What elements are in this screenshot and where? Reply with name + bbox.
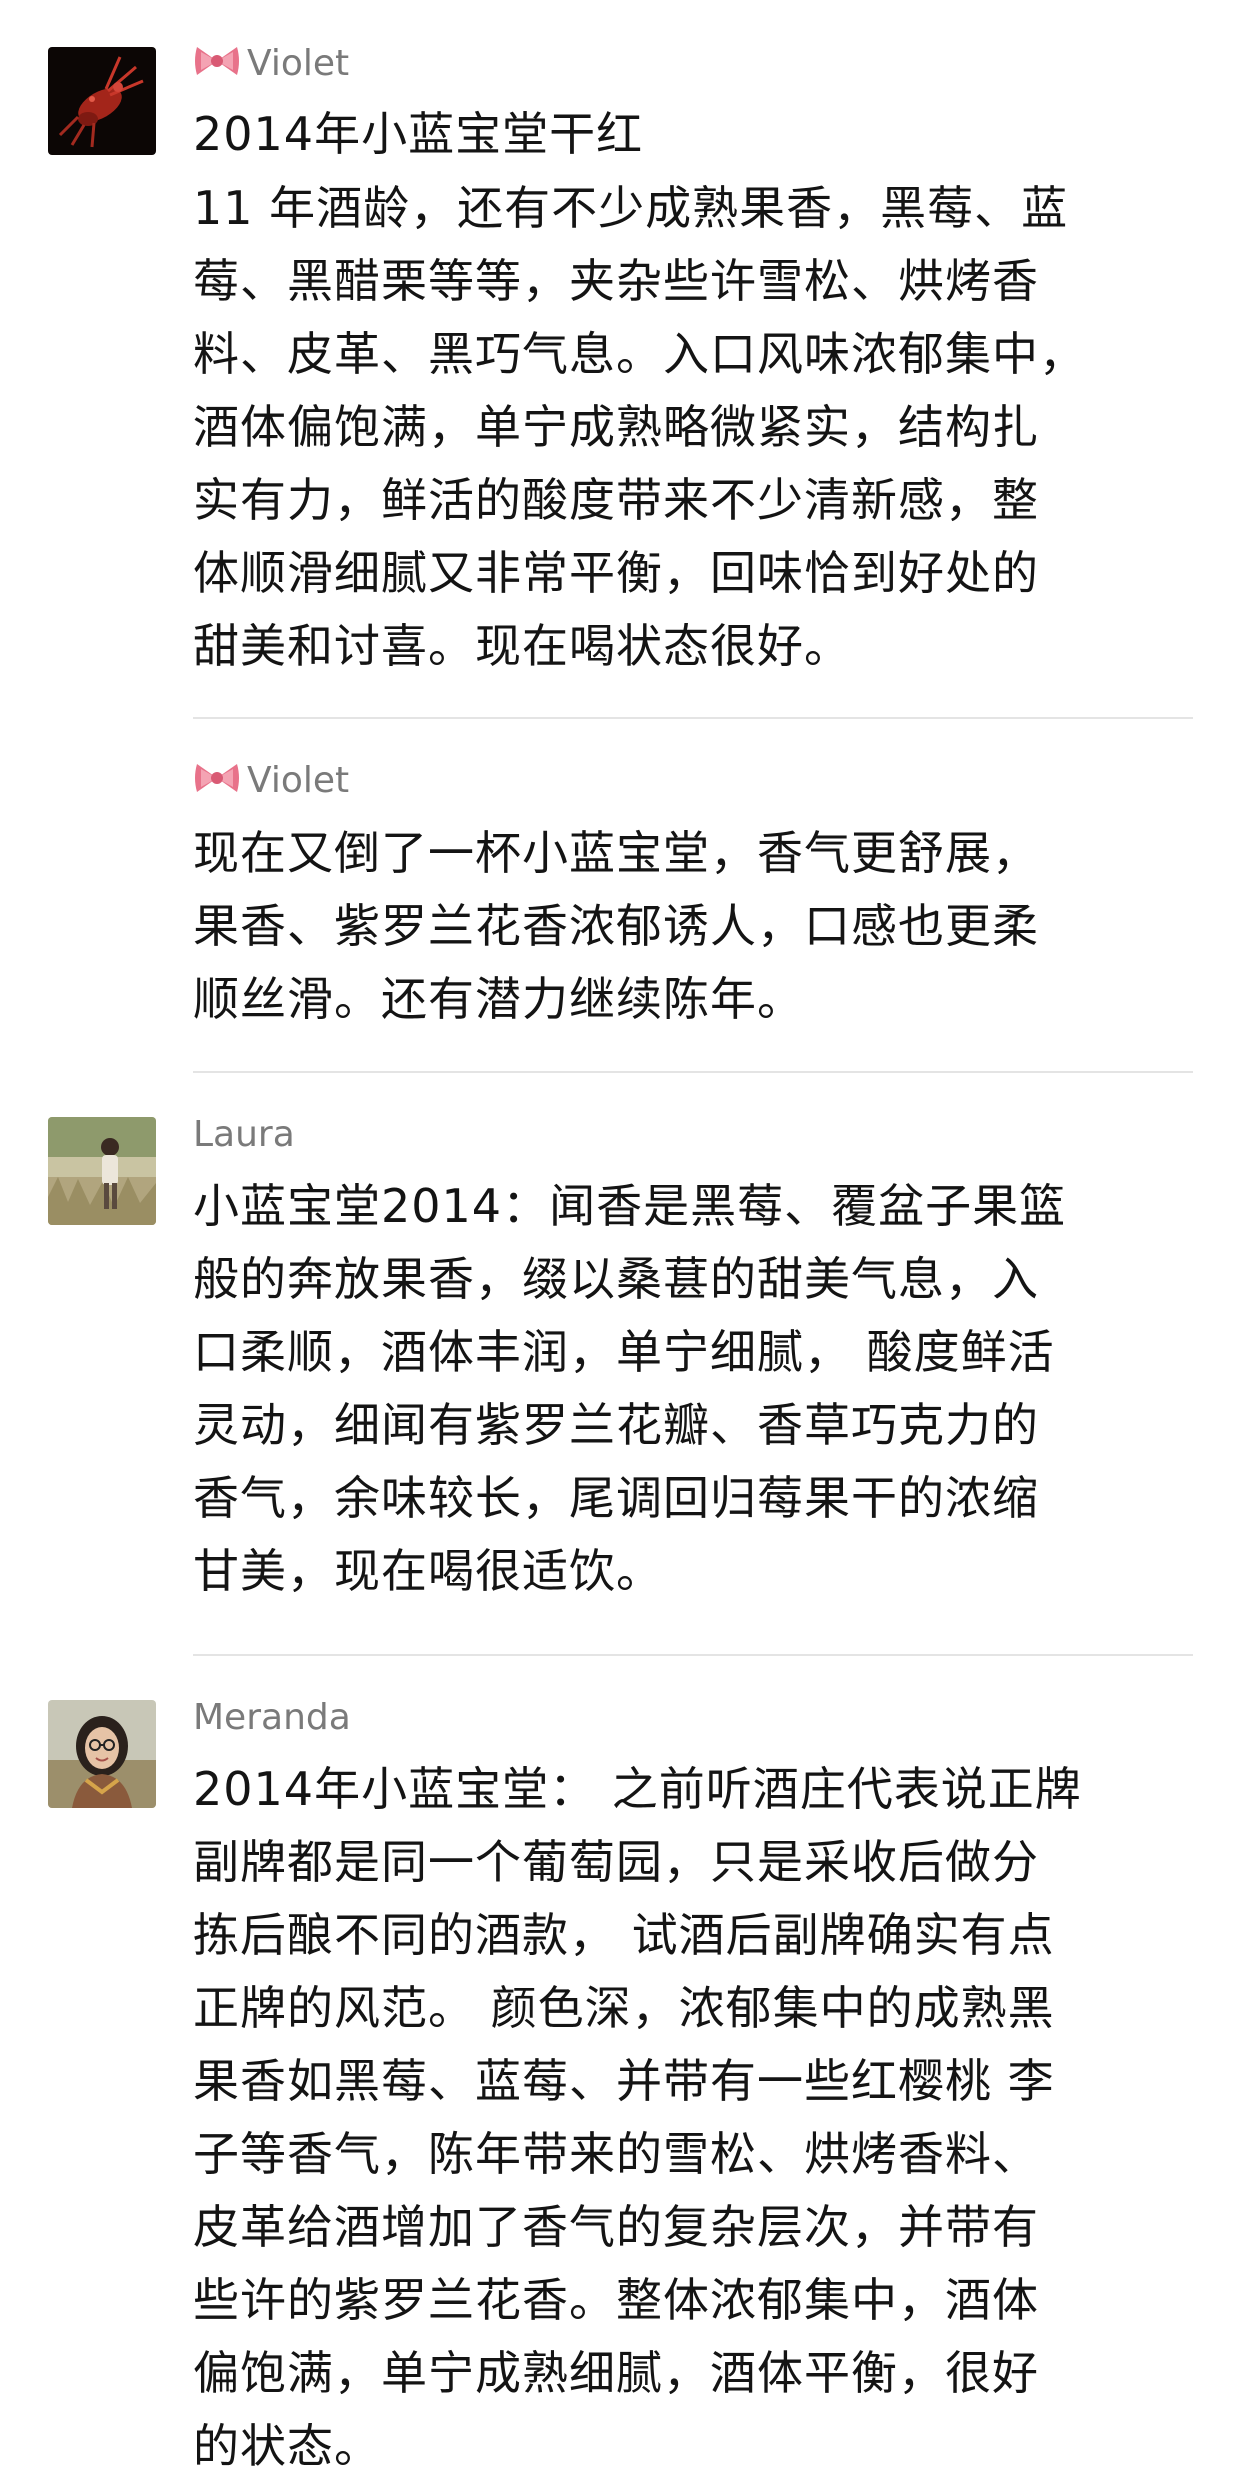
- author-name[interactable]: Violet: [193, 759, 349, 807]
- comment-text-line: 实有力，鲜活的酸度带来不少清新感，整: [193, 473, 1039, 527]
- avatar[interactable]: [48, 1117, 156, 1225]
- avatar[interactable]: [48, 1700, 156, 1808]
- comment-title: 2014年小蓝宝堂干红: [193, 107, 644, 161]
- red-lobster-avatar-icon: [48, 47, 156, 155]
- comment-text-line: 正牌的风范。 颜色深，浓郁集中的成熟黑: [193, 1981, 1055, 2035]
- ribbon-bow-icon: [193, 43, 241, 90]
- comment-text-line: 料、皮革、黑巧气息。入口风味浓郁集中，: [193, 327, 1086, 381]
- divider: [193, 1071, 1193, 1073]
- comment-text-line: 甜美和讨喜。现在喝状态很好。: [193, 619, 851, 673]
- comment-text-line: 顺丝滑。还有潜力继续陈年。: [193, 972, 804, 1026]
- comment-text-line: 2014年小蓝宝堂： 之前听酒庄代表说正牌: [193, 1762, 1082, 1816]
- author-name[interactable]: Meranda: [193, 1696, 351, 1740]
- divider: [193, 717, 1193, 719]
- avatar[interactable]: [48, 47, 156, 155]
- comment-text-line: 体顺滑细腻又非常平衡，回味恰到好处的: [193, 546, 1039, 600]
- comment-text-line: 甘美，现在喝很适饮。: [193, 1544, 663, 1598]
- ribbon-bow-icon: [193, 760, 241, 807]
- comment-text-line: 些许的紫罗兰花香。整体浓郁集中，酒体: [193, 2273, 1039, 2327]
- comment-text-line: 副牌都是同一个葡萄园，只是采收后做分: [193, 1835, 1039, 1889]
- comment-text-line: 现在又倒了一杯小蓝宝堂，香气更舒展，: [193, 826, 1039, 880]
- comment-text-line: 酒体偏饱满，单宁成熟略微紧实，结构扎: [193, 400, 1039, 454]
- comment-text-line: 灵动，细闻有紫罗兰花瓣、香草巧克力的: [193, 1398, 1039, 1452]
- comment-text-line: 拣后酿不同的酒款， 试酒后副牌确实有点: [193, 1908, 1055, 1962]
- comment-text-line: 偏饱满，单宁成熟细腻，酒体平衡，很好: [193, 2346, 1039, 2400]
- comment-text-line: 的状态。: [193, 2419, 381, 2473]
- author-label: Violet: [247, 43, 350, 84]
- divider: [193, 1654, 1193, 1656]
- comment-text-line: 般的奔放果香，缀以桑葚的甜美气息，入: [193, 1252, 1039, 1306]
- comment-text-line: 小蓝宝堂2014：闻香是黑莓、覆盆子果篮: [193, 1179, 1067, 1233]
- outdoor-grass-avatar-icon: [48, 1117, 156, 1225]
- woman-glasses-avatar-icon: [48, 1700, 156, 1808]
- comment-text-line: 皮革给酒增加了香气的复杂层次，并带有: [193, 2200, 1039, 2254]
- comment-text-line: 口柔顺，酒体丰润，单宁细腻， 酸度鲜活: [193, 1325, 1055, 1379]
- comment-text-line: 子等香气，陈年带来的雪松、烘烤香料、: [193, 2127, 1039, 2181]
- comment-text-line: 11 年酒龄，还有不少成熟果香，黑莓、蓝: [193, 181, 1069, 235]
- author-name[interactable]: Violet: [193, 42, 349, 90]
- comment-text-line: 果香如黑莓、蓝莓、并带有一些红樱桃 李: [193, 2054, 1055, 2108]
- comment-text-line: 果香、紫罗兰花香浓郁诱人，口感也更柔: [193, 899, 1039, 953]
- comment-text-line: 香气，余味较长，尾调回归莓果干的浓缩: [193, 1471, 1039, 1525]
- author-label: Violet: [247, 760, 350, 801]
- author-name[interactable]: Laura: [193, 1113, 295, 1157]
- comment-text-line: 莓、黑醋栗等等，夹杂些许雪松、烘烤香: [193, 254, 1039, 308]
